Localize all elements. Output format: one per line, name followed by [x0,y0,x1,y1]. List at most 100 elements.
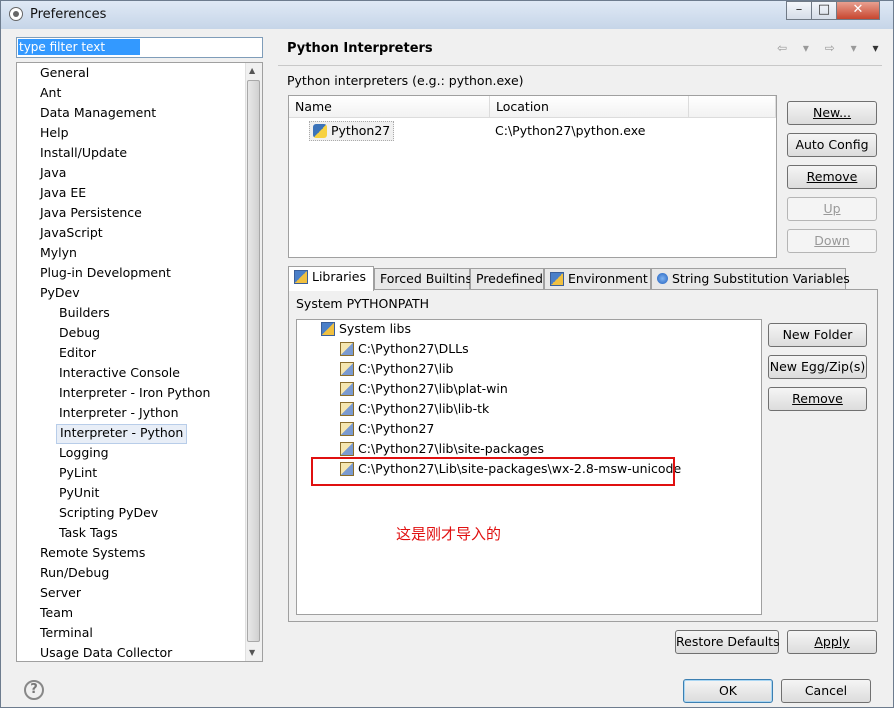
tree-item[interactable]: PyLint [56,464,100,482]
annotation-text: 这是刚才导入的 [396,525,502,543]
new-folder-button[interactable]: New Folder [768,323,867,347]
help-icon[interactable]: ? [24,680,44,700]
tree-item[interactable]: Debug [56,324,103,342]
scroll-thumb[interactable] [247,80,260,642]
tree-item[interactable]: Interpreter - Iron Python [56,384,213,402]
restore-defaults-button[interactable]: Restore Defaults [675,630,780,654]
forward-arrow-icon[interactable]: ⇨ ▾ [825,41,863,55]
filter-input[interactable] [18,39,140,55]
library-icon [340,342,354,356]
down-button[interactable]: Down [787,229,877,253]
interpreters-table: Name Location Python27 C:\Python27\pytho… [288,95,777,258]
window-title: Preferences [30,7,107,22]
tree-item[interactable]: Editor [56,344,99,362]
column-header-location[interactable]: Location [490,96,689,118]
tree-item[interactable]: Run/Debug [37,564,112,582]
variables-icon [657,273,668,284]
new-interpreter-button[interactable]: New... [787,101,877,125]
table-row-name[interactable]: Python27 [309,121,395,141]
library-path-item[interactable]: C:\Python27\lib [340,360,453,378]
pythonpath-label: System PYTHONPATH [296,296,430,311]
maximize-button[interactable]: □ [811,1,837,20]
minimize-button[interactable]: – [786,1,812,20]
tree-item[interactable]: Interpreter - Jython [56,404,182,422]
tree-item[interactable]: Task Tags [56,524,121,542]
tree-item[interactable]: JavaScript [37,224,106,242]
scroll-up-icon[interactable]: ▲ [249,66,255,75]
tab-string-substitution[interactable]: String Substitution Variables [651,268,850,290]
libraries-icon [294,270,308,284]
table-row-location[interactable]: C:\Python27\python.exe [495,122,645,140]
library-path-item[interactable]: C:\Python27 [340,420,434,438]
tree-item[interactable]: Interpreter - Python [56,424,188,444]
library-path-label: C:\Python27\lib [358,361,454,376]
tab-predefined[interactable]: Predefined [470,268,544,290]
system-libs-node[interactable]: System libs [321,320,411,338]
tree-item[interactable]: Ant [37,84,64,102]
remove-lib-button[interactable]: Remove [768,387,867,411]
tree-item[interactable]: Install/Update [37,144,130,162]
tree-item[interactable]: Team [37,604,76,622]
auto-config-button[interactable]: Auto Config [787,133,877,157]
filter-field[interactable] [16,37,263,58]
up-button[interactable]: Up [787,197,877,221]
tree-item[interactable]: Server [37,584,84,602]
library-icon [340,362,354,376]
title-bar: Preferences – □ ✕ [1,1,893,29]
library-icon [340,422,354,436]
library-path-label: C:\Python27 [358,421,435,436]
new-egg-zip-button[interactable]: New Egg/Zip(s) [768,355,867,379]
tree-item[interactable]: General [37,64,92,82]
cancel-button[interactable]: Cancel [781,679,871,703]
interpreter-tabs: Libraries Forced Builtins Predefined Env… [288,266,878,291]
tree-item[interactable]: Mylyn [37,244,80,262]
library-path-item[interactable]: C:\Python27\DLLs [340,340,469,358]
library-path-label: C:\Python27\lib\plat-win [358,381,508,396]
library-path-item[interactable]: C:\Python27\lib\plat-win [340,380,508,398]
library-icon [340,382,354,396]
tree-item[interactable]: Usage Data Collector [37,644,175,661]
environment-icon [550,272,564,286]
back-arrow-icon[interactable]: ⇦ ▾ [777,41,815,55]
library-path-item[interactable]: C:\Python27\lib\lib-tk [340,400,489,418]
scroll-down-icon[interactable]: ▼ [249,648,255,657]
close-button[interactable]: ✕ [836,1,880,20]
tree-item[interactable]: Plug-in Development [37,264,174,282]
library-icon [340,402,354,416]
library-path-label: C:\Python27\lib\lib-tk [358,401,490,416]
tree-scrollbar[interactable]: ▲ ▼ [245,63,262,661]
library-icon [340,442,354,456]
tree-item[interactable]: Interactive Console [56,364,183,382]
tree-item[interactable]: PyDev [37,284,83,302]
tab-libraries[interactable]: Libraries [288,266,374,291]
libraries-icon [321,322,335,336]
highlight-box [311,457,675,486]
header-divider [278,65,882,66]
tree-item[interactable]: Help [37,124,72,142]
gear-icon [9,7,23,21]
tree-item[interactable]: Java EE [37,184,89,202]
column-header-name[interactable]: Name [289,96,490,118]
tree-item[interactable]: Scripting PyDev [56,504,161,522]
ok-button[interactable]: OK [683,679,773,703]
remove-interpreter-button[interactable]: Remove [787,165,877,189]
apply-button[interactable]: Apply [787,630,877,654]
tree-item[interactable]: PyUnit [56,484,102,502]
tree-item[interactable]: Terminal [37,624,96,642]
preferences-window: Preferences – □ ✕ General Ant Data Managem… [0,0,894,708]
library-path-label: C:\Python27\lib\site-packages [358,441,545,456]
tree-item[interactable]: Remote Systems [37,544,148,562]
tree-item[interactable]: Java Persistence [37,204,145,222]
library-path-label: C:\Python27\DLLs [358,341,469,356]
page-nav: ⇦ ▾ ⇨ ▾ ▾ [777,41,885,55]
page-title: Python Interpreters [287,41,433,56]
tree-item[interactable]: Data Management [37,104,159,122]
tab-environment[interactable]: Environment [544,268,651,290]
python-icon [313,124,327,138]
library-path-item[interactable]: C:\Python27\lib\site-packages [340,440,544,458]
view-menu-icon[interactable]: ▾ [872,41,884,55]
tab-forced-builtins[interactable]: Forced Builtins [374,268,472,290]
tree-item[interactable]: Java [37,164,69,182]
tree-item[interactable]: Logging [56,444,112,462]
tree-item[interactable]: Builders [56,304,113,322]
